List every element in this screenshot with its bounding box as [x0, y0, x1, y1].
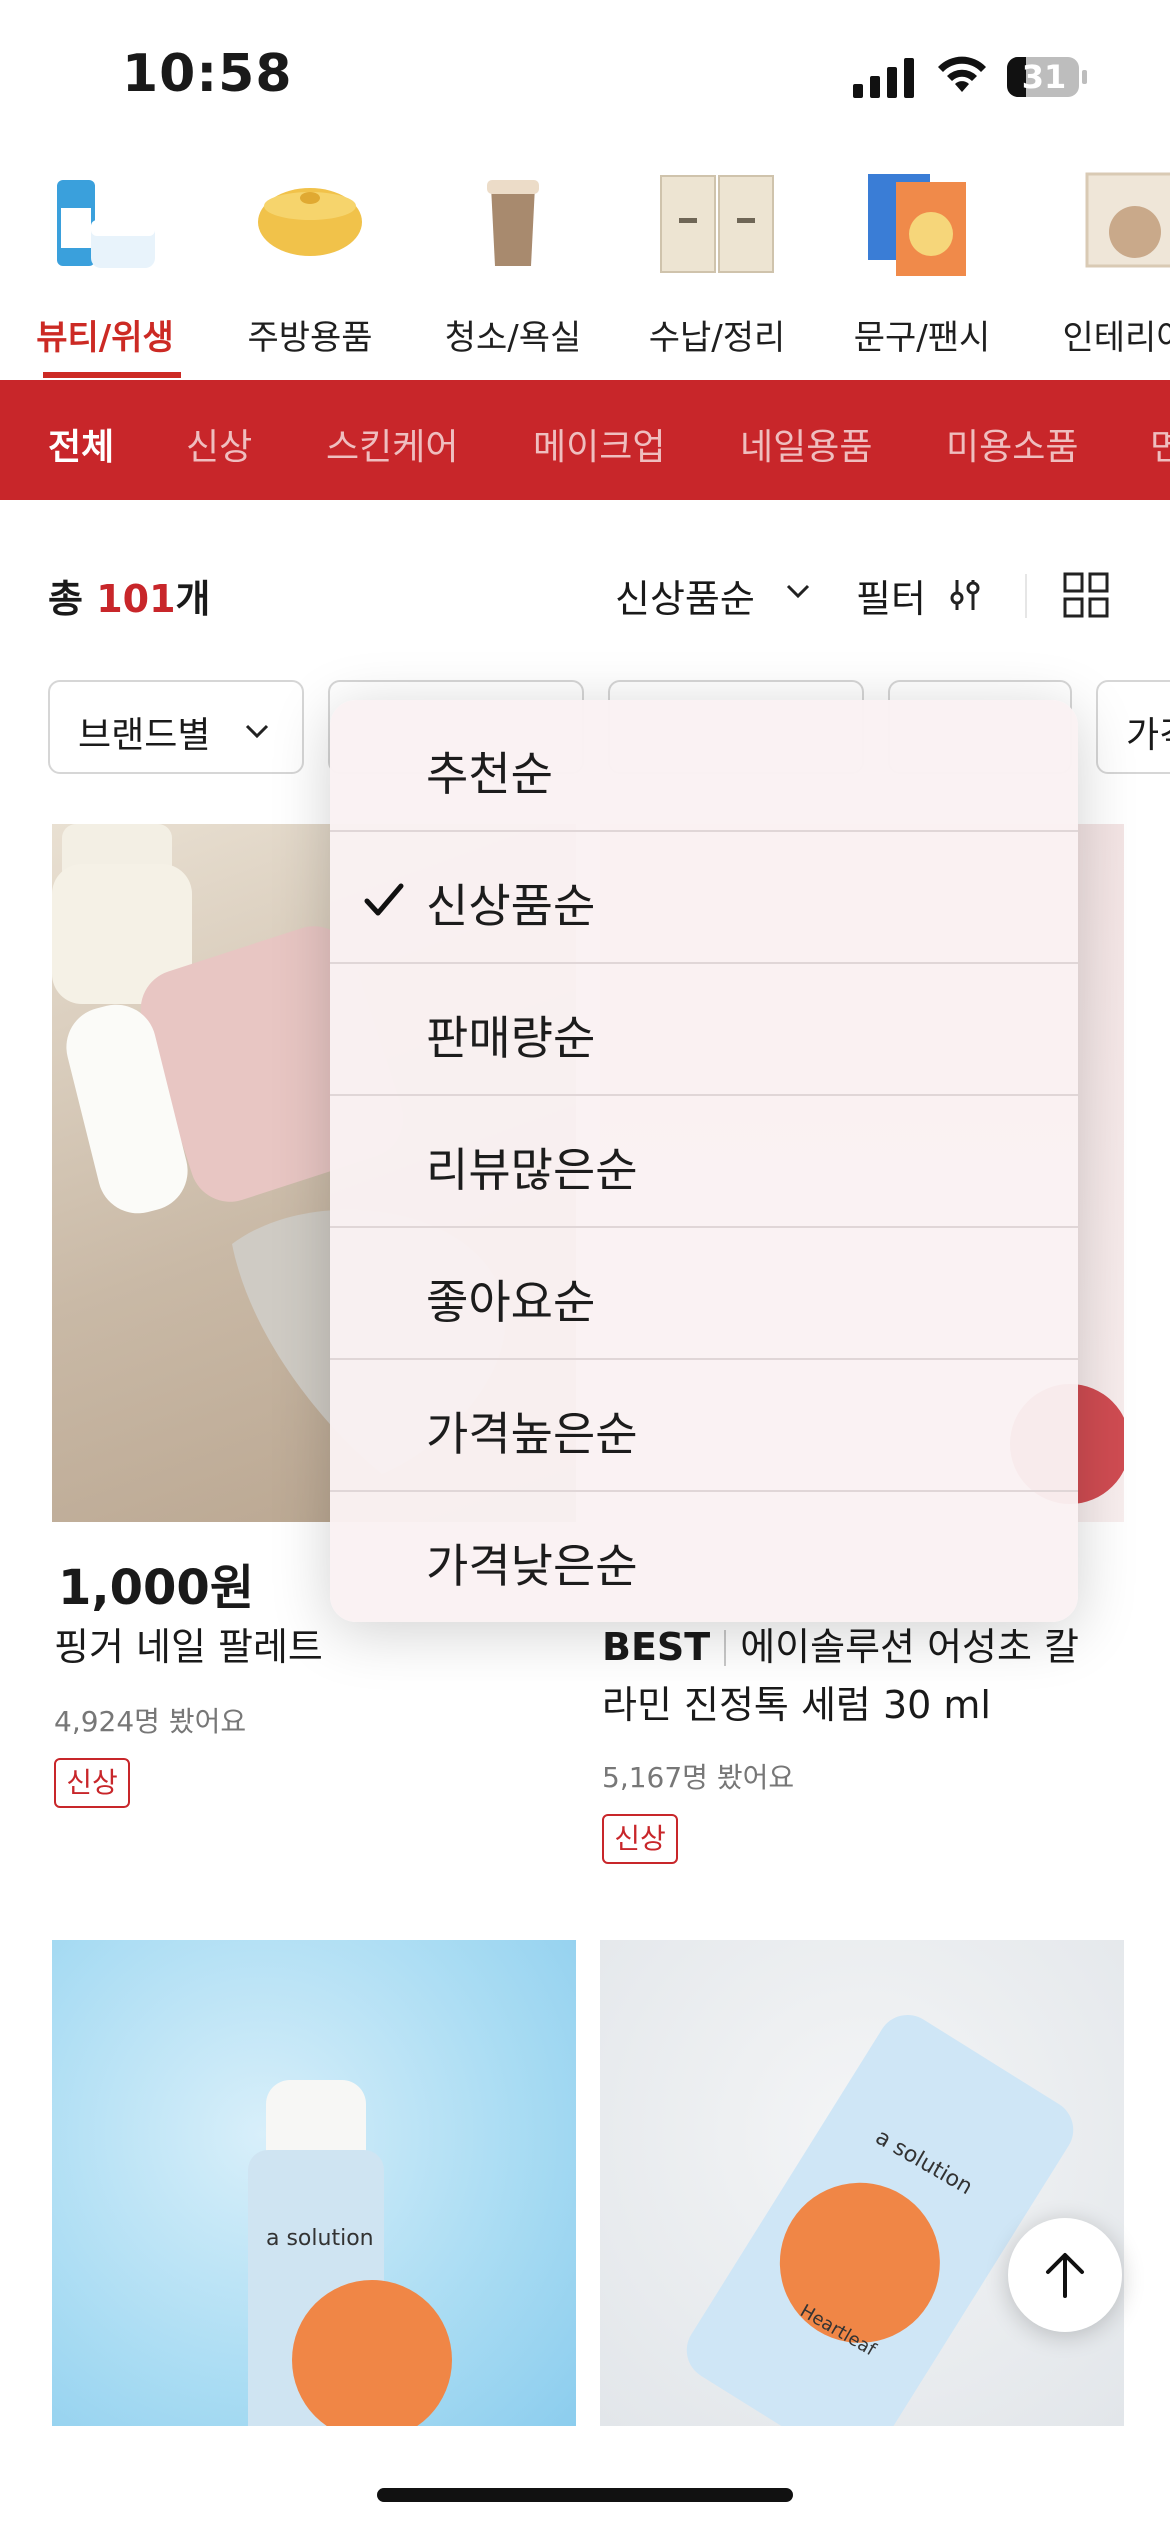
subcategory-more[interactable]: 면: [1150, 418, 1170, 470]
new-badge: 신상: [602, 1814, 678, 1864]
arrow-up-icon: [1046, 2253, 1084, 2298]
subcategory-new[interactable]: 신상: [186, 418, 252, 470]
product-image-toner[interactable]: a solution: [52, 1940, 576, 2426]
subcategory-bar: 전체 신상 스킨케어 메이크업 네일용품 미용소품 면: [0, 380, 1170, 500]
sort-option-most-reviews[interactable]: 리뷰많은순: [330, 1096, 1078, 1228]
trash-bin-thumbnail: [487, 180, 539, 266]
category-beauty[interactable]: 뷰티/위생: [5, 150, 205, 380]
sort-option-label: 신상품순: [426, 879, 596, 933]
sort-option-label: 리뷰많은순: [426, 1143, 638, 1197]
category-label: 문구/팬시: [853, 318, 991, 358]
category-label: 청소/욕실: [444, 318, 582, 358]
grid-view-icon[interactable]: [1063, 572, 1109, 618]
product-name[interactable]: 핑거 네일 팔레트: [54, 1618, 323, 1676]
toolbar-divider: [1025, 574, 1027, 618]
sort-option-label: 가격높은순: [426, 1407, 638, 1461]
category-label: 뷰티/위생: [36, 318, 174, 358]
chip-label: 브랜드별: [78, 715, 211, 756]
subcategory-all[interactable]: 전체: [48, 418, 114, 470]
new-badge: 신상: [54, 1758, 130, 1808]
battery-level: 31: [1021, 58, 1067, 96]
sort-option-label: 가격낮은순: [426, 1539, 638, 1593]
sort-option-recommended[interactable]: 추천순: [330, 700, 1078, 832]
sort-button[interactable]: 신상품순: [615, 568, 755, 623]
filter-button[interactable]: 필터: [856, 568, 926, 623]
category-kitchen[interactable]: 주방용품: [210, 150, 410, 380]
total-prefix: 총: [48, 577, 97, 621]
list-toolbar: 총 101개 신상품순 필터: [0, 540, 1170, 650]
price-filter-chip[interactable]: 가격: [1096, 680, 1170, 774]
category-label: 주방용품: [247, 318, 373, 358]
subcategory-nail[interactable]: 네일용품: [740, 418, 872, 470]
scroll-to-top-button[interactable]: [1008, 2218, 1122, 2332]
chip-label: 가격: [1126, 715, 1170, 756]
category-interior[interactable]: 인테리어: [1025, 150, 1170, 380]
sort-option-price-high[interactable]: 가격높은순: [330, 1360, 1078, 1492]
product-view-count: 5,167명 봤어요: [602, 1761, 795, 1794]
category-row: 뷰티/위생 주방용품 청소/욕실 수납/정리 문구/팬시 인테리: [0, 150, 1170, 380]
checkmark-icon: [364, 883, 404, 916]
beauty-product-thumbnail: [57, 180, 155, 268]
kitchen-pot-thumbnail: [258, 188, 362, 256]
product-image-cream[interactable]: a solution Heartleaf: [600, 1940, 1124, 2426]
best-label: BEST: [602, 1625, 711, 1669]
product-name-line1: 에이솔루션 어성초 칼: [740, 1625, 1080, 1669]
status-time: 10:58: [122, 44, 293, 104]
filter-sliders-icon[interactable]: [948, 576, 982, 614]
category-label: 인테리어: [1062, 318, 1170, 358]
status-bar: 10:58 31: [0, 0, 1170, 150]
sort-option-best-selling[interactable]: 판매량순: [330, 964, 1078, 1096]
cellular-signal-icon: [853, 58, 914, 98]
subcategory-makeup[interactable]: 메이크업: [533, 418, 665, 470]
total-count: 총 101개: [48, 568, 211, 623]
home-indicator[interactable]: [377, 2488, 793, 2502]
chevron-down-icon[interactable]: [785, 582, 811, 600]
category-storage[interactable]: 수납/정리: [617, 150, 817, 380]
sort-option-newest[interactable]: 신상품순: [330, 832, 1078, 964]
sort-option-label: 좋아요순: [426, 1275, 596, 1329]
category-label: 수납/정리: [648, 318, 786, 358]
active-category-underline: [43, 372, 181, 378]
sort-option-most-likes[interactable]: 좋아요순: [330, 1228, 1078, 1360]
storage-box-thumbnail: [660, 175, 774, 273]
toner-bottle-photo: [248, 2080, 452, 2426]
toner-brand-text: a solution: [266, 2226, 374, 2251]
product-name-line2[interactable]: 라민 진정톡 세럼 30 ml: [602, 1676, 991, 1734]
category-cleaning[interactable]: 청소/욕실: [413, 150, 613, 380]
sort-option-label: 추천순: [426, 747, 553, 801]
category-stationery[interactable]: 문구/팬시: [822, 150, 1022, 380]
sort-option-label: 판매량순: [426, 1011, 596, 1065]
sort-dropdown-menu: 추천순 신상품순 판매량순 리뷰많은순 좋아요순 가격높은순 가격낮은순: [330, 700, 1078, 1622]
sort-option-price-low[interactable]: 가격낮은순: [330, 1492, 1078, 1622]
subcategory-beauty-tools[interactable]: 미용소품: [946, 418, 1078, 470]
product-name[interactable]: BEST 에이솔루션 어성초 칼: [602, 1618, 1079, 1676]
subcategory-skincare[interactable]: 스킨케어: [326, 418, 458, 470]
chevron-down-icon: [245, 724, 269, 739]
frame-thumbnail: [1085, 172, 1170, 268]
product-price: 1,000원: [58, 1560, 254, 1616]
total-suffix: 개: [175, 577, 211, 621]
notebook-thumbnail: [868, 174, 966, 276]
product-view-count: 4,924명 봤어요: [54, 1705, 247, 1738]
best-separator: [724, 1630, 727, 1666]
brand-filter-chip[interactable]: 브랜드별: [48, 680, 304, 774]
total-number: 101: [96, 577, 176, 621]
wifi-icon: [938, 56, 986, 92]
